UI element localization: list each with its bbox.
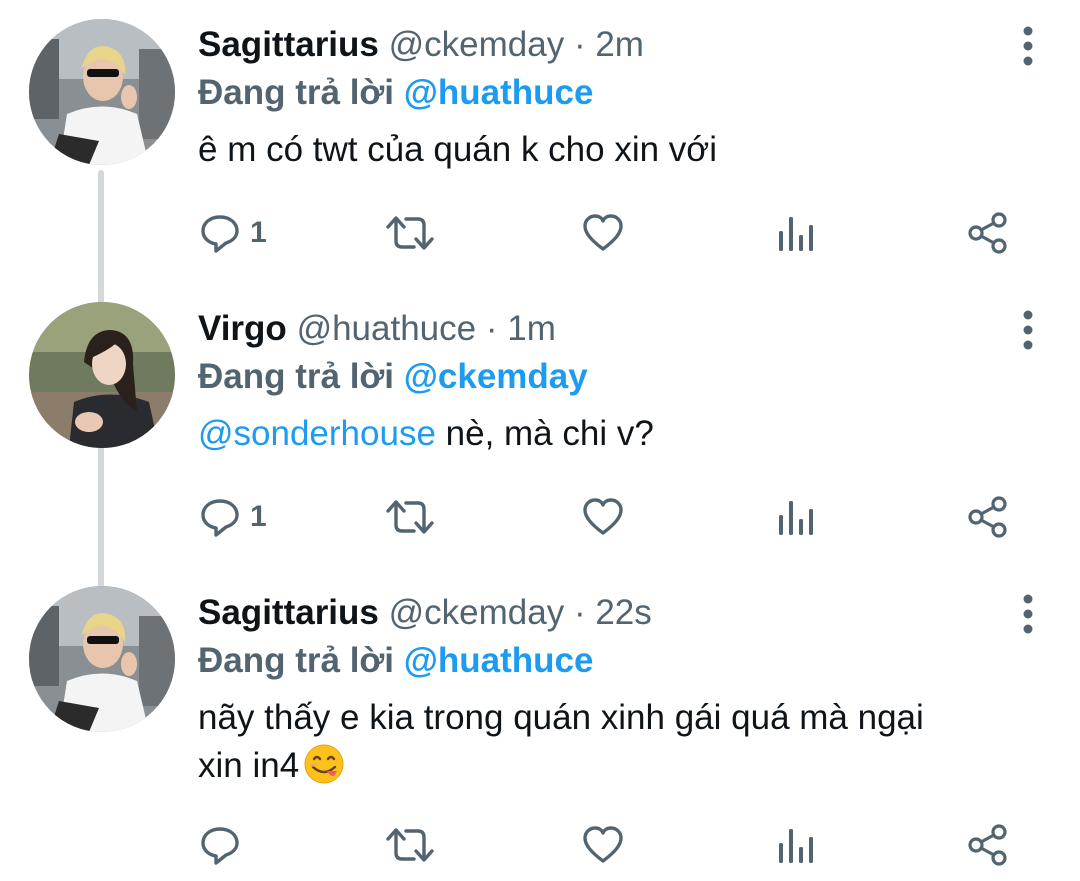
reply-button[interactable]: 1 [198,208,267,258]
reply-count: 1 [250,216,267,249]
sagittarius-avatar-image [29,586,175,732]
retweet-button[interactable] [384,492,436,542]
reply-button[interactable]: 1 [198,492,267,542]
author-name[interactable]: Virgo [198,309,287,348]
more-icon [1023,310,1033,350]
separator-dot: · [573,593,586,632]
reply-count: 1 [250,500,267,533]
text-body: nè, mà chi v? [435,414,654,453]
share-icon [968,824,1007,866]
avatar-virgo[interactable] [29,302,175,448]
tweet-1-actions: 1 [198,208,1028,258]
tweet-text: @sonderhouse nè, mà chi v? [198,410,1010,458]
replying-to-mention[interactable]: @huathuce [404,641,594,680]
views-icon [779,217,813,251]
replying-to-mention[interactable]: @huathuce [404,73,594,112]
avatar-sagittarius[interactable] [29,19,175,165]
replying-to-label: Đang trả lời [198,357,395,396]
heart-icon [583,214,623,251]
more-icon [1023,26,1033,66]
heart-icon [583,498,623,535]
views-button[interactable] [776,820,816,870]
author-name[interactable]: Sagittarius [198,593,379,632]
retweet-button[interactable] [384,208,436,258]
retweet-button[interactable] [384,820,436,870]
timestamp[interactable]: 2m [595,25,644,64]
like-button[interactable] [581,208,625,258]
replying-to-mention[interactable]: @ckemday [404,357,588,396]
separator-dot: · [485,309,498,348]
author-handle[interactable]: @ckemday [389,593,565,632]
views-button[interactable] [776,208,816,258]
like-button[interactable] [581,492,625,542]
separator-dot: · [573,25,586,64]
share-icon [968,496,1007,538]
tweet-text-line-2: xin in4 [198,742,1010,790]
text-mention[interactable]: @sonderhouse [198,414,436,453]
share-button[interactable] [966,820,1010,870]
tweet-2-actions: 1 [198,492,1028,542]
retweet-icon [386,500,434,534]
share-button[interactable] [966,492,1010,542]
retweet-icon [386,828,434,862]
tweet-text-line-2-text: xin in4 [198,746,300,785]
views-button[interactable] [776,492,816,542]
more-icon [1023,594,1033,634]
tweet-text-line-1: nãy thấy e kia trong quán xinh gái quá m… [198,698,924,737]
author-handle[interactable]: @ckemday [389,25,565,64]
tweet-text: ê m có twt của quán k cho xin với [198,130,718,169]
replying-to-label: Đang trả lời [198,73,395,112]
more-options-button[interactable] [1022,594,1034,634]
timestamp[interactable]: 1m [507,309,556,348]
more-options-button[interactable] [1022,26,1034,66]
more-options-button[interactable] [1022,310,1034,350]
avatar-sagittarius[interactable] [29,586,175,732]
face-savoring-food-emoji [304,744,344,784]
views-icon [779,501,813,535]
reply-icon [201,215,239,253]
like-button[interactable] [581,820,625,870]
author-name[interactable]: Sagittarius [198,25,379,64]
sagittarius-avatar-image [29,19,175,165]
tweet-text: nãy thấy e kia trong quán xinh gái quá m… [198,694,1010,790]
views-icon [779,829,813,863]
heart-icon [583,826,623,863]
replying-to-label: Đang trả lời [198,641,395,680]
tweet-3-actions [198,820,1028,870]
reply-icon [201,499,239,537]
reply-icon [201,827,239,865]
timestamp[interactable]: 22s [595,593,651,632]
share-button[interactable] [966,208,1010,258]
author-handle[interactable]: @huathuce [297,309,477,348]
reply-button[interactable] [198,820,250,870]
share-icon [968,212,1007,254]
retweet-icon [386,216,434,250]
virgo-avatar-image [29,302,175,448]
